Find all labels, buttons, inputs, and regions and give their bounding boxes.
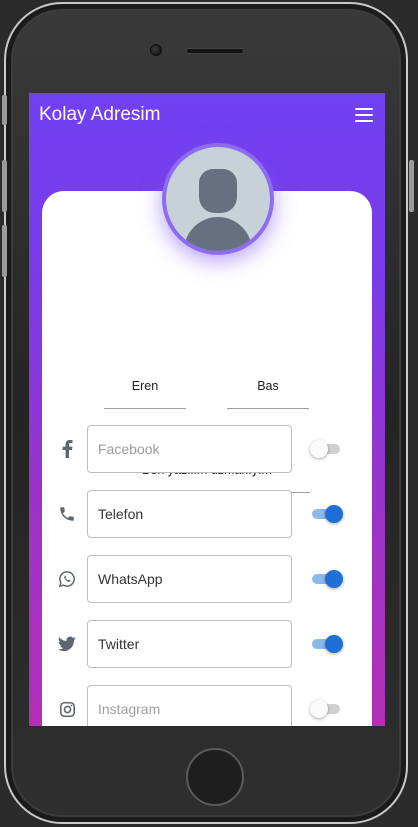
first-name-field[interactable]: Eren [104, 379, 186, 409]
facebook-icon [57, 439, 77, 459]
whatsapp-input[interactable]: WhatsApp [87, 555, 292, 603]
home-button[interactable] [186, 748, 244, 806]
whatsapp-icon [57, 569, 77, 589]
twitter-icon [57, 634, 77, 654]
avatar[interactable] [162, 143, 274, 255]
last-name-field[interactable]: Bas [227, 379, 309, 409]
instagram-toggle[interactable] [310, 699, 344, 719]
power-button [409, 160, 414, 212]
hamburger-menu-icon[interactable] [355, 108, 373, 122]
telefon-input[interactable]: Telefon [87, 490, 292, 538]
phone-icon [57, 504, 77, 524]
social-row-whatsapp: WhatsApp [42, 555, 372, 603]
app-title: Kolay Adresim [39, 104, 161, 125]
instagram-icon [57, 699, 77, 719]
facebook-input[interactable]: Facebook [87, 425, 292, 473]
social-row-facebook: Facebook [42, 425, 372, 473]
instagram-input[interactable]: Instagram [87, 685, 292, 726]
avatar-placeholder-icon [166, 147, 270, 251]
app-screen: Kolay Adresim Eren Bas Ben yazılım uzman… [29, 93, 385, 726]
social-row-twitter: Twitter [42, 620, 372, 668]
twitter-toggle[interactable] [310, 634, 344, 654]
app-bar: Kolay Adresim [29, 93, 385, 137]
volume-up-button [2, 160, 7, 212]
telefon-toggle[interactable] [310, 504, 344, 524]
front-camera [150, 44, 162, 56]
social-row-telefon: Telefon [42, 490, 372, 538]
earpiece-speaker [186, 48, 244, 54]
mute-switch [2, 95, 7, 125]
whatsapp-toggle[interactable] [310, 569, 344, 589]
profile-card: Eren Bas Ben yazılım uzmanıyım Facebook … [42, 191, 372, 726]
twitter-input[interactable]: Twitter [87, 620, 292, 668]
social-row-instagram: Instagram [42, 685, 372, 726]
facebook-toggle[interactable] [310, 439, 344, 459]
volume-down-button [2, 225, 7, 277]
